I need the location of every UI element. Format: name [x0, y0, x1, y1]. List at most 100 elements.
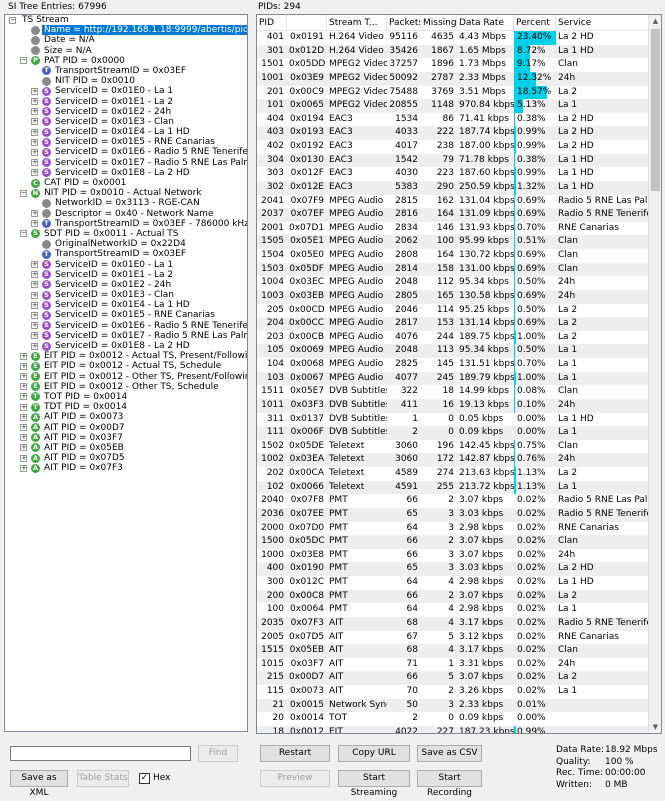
tree-node[interactable]: OriginalNetworkID = 0x22D4	[5, 239, 247, 249]
tree-node[interactable]: +EEIT PID = 0x0012 - Actual TS, Present/…	[5, 351, 247, 361]
tree-node[interactable]: −NNIT PID = 0x0010 - Actual Network	[5, 188, 247, 198]
table-row[interactable]: 2000x00C8PMT6623.07 kbps0.02%La 2	[257, 590, 649, 604]
expand-icon[interactable]: +	[31, 149, 38, 156]
tree-node[interactable]: +AAIT PID = 0x0073	[5, 412, 247, 422]
expand-icon[interactable]: +	[20, 444, 27, 451]
expand-icon[interactable]: +	[31, 292, 38, 299]
preview-button[interactable]: Preview	[260, 770, 330, 787]
expand-icon[interactable]: +	[31, 332, 38, 339]
tree-node[interactable]: +SServiceID = 0x01E6 - Radio 5 RNE Tener…	[5, 147, 247, 157]
expand-icon[interactable]: +	[20, 373, 27, 380]
column-header[interactable]: Missing	[421, 15, 457, 31]
expand-icon[interactable]: +	[20, 465, 27, 472]
table-row[interactable]: 4020x0192EAC34017238187.00 kbps0.99%La 2…	[257, 140, 649, 154]
expand-icon[interactable]: +	[31, 322, 38, 329]
table-row[interactable]: 4040x0194EAC315348671.41 kbps0.38%La 2 H…	[257, 113, 649, 127]
table-row[interactable]: 2010x00C9MPEG2 Video7548837693.51 Mbps18…	[257, 86, 649, 100]
table-row[interactable]: 20350x07F3AIT6843.17 kbps0.02%Radio 5 RN…	[257, 617, 649, 631]
tree-node[interactable]: NIT PID = 0x0010	[5, 76, 247, 86]
tree-node[interactable]: +AAIT PID = 0x00D7	[5, 423, 247, 433]
table-row[interactable]: 10020x03EATeletext3060172142.87 kbps0.76…	[257, 453, 649, 467]
table-row[interactable]: 200x0014TOT200.09 kbps0.00%	[257, 712, 649, 726]
tree-node[interactable]: +EEIT PID = 0x0012 - Other TS, Present/F…	[5, 372, 247, 382]
tree-node[interactable]: +EEIT PID = 0x0012 - Actual TS, Schedule	[5, 361, 247, 371]
tree-node[interactable]: −SSDT PID = 0x0011 - Actual TS	[5, 229, 247, 239]
tree-node[interactable]: CCAT PID = 0x0001	[5, 178, 247, 188]
vertical-scrollbar[interactable]: ▲ ▼	[648, 15, 661, 733]
save-as-xml-button[interactable]: Save as XML	[10, 770, 68, 787]
expand-icon[interactable]: +	[20, 404, 27, 411]
save-as-csv-button[interactable]: Save as CSV	[417, 745, 482, 762]
expand-icon[interactable]: +	[31, 118, 38, 125]
expand-icon[interactable]: +	[31, 261, 38, 268]
table-row[interactable]: 3030x012FEAC34030223187.60 kbps0.99%La 1…	[257, 167, 649, 181]
tree-node[interactable]: +AAIT PID = 0x07F3	[5, 463, 247, 473]
tree-node[interactable]: +SServiceID = 0x01E8 - La 2 HD	[5, 168, 247, 178]
table-row[interactable]: 15110x05E7DVB Subtitles3221814.99 kbps0.…	[257, 385, 649, 399]
tree-node[interactable]: −TS Stream	[5, 15, 247, 25]
tree-node[interactable]: NetworkID = 0x3113 - RGE-CAN	[5, 198, 247, 208]
column-header[interactable]: Percent	[514, 15, 556, 31]
tree-node[interactable]: Size = N/A	[5, 46, 247, 56]
table-row[interactable]: 4010x0191H.264 Video9511646354.43 Mbps23…	[257, 31, 649, 45]
tree-node[interactable]: +SServiceID = 0x01E4 - La 1 HD	[5, 300, 247, 310]
table-row[interactable]: 1020x0066Teletext4591255213.72 kbps1.13%…	[257, 481, 649, 495]
table-row[interactable]: 3010x012DH.264 Video3542618671.65 Mbps8.…	[257, 45, 649, 59]
expand-icon[interactable]: +	[31, 159, 38, 166]
table-row[interactable]: 2050x00CDMPEG Audio204611495.25 kbps0.50…	[257, 304, 649, 318]
table-row[interactable]: 20000x07D0PMT6432.98 kbps0.02%RNE Canari…	[257, 522, 649, 536]
tree-node[interactable]: +EEIT PID = 0x0012 - Other TS, Schedule	[5, 382, 247, 392]
tree-node[interactable]: +SServiceID = 0x01E2 - 24h	[5, 107, 247, 117]
table-row[interactable]: 20050x07D5AIT6753.12 kbps0.02%RNE Canari…	[257, 631, 649, 645]
expand-icon[interactable]: +	[20, 363, 27, 370]
tree-node[interactable]: Date = N/A	[5, 35, 247, 45]
table-row[interactable]: 4030x0193EAC34033222187.74 kbps0.99%La 2…	[257, 126, 649, 140]
table-row[interactable]: 15030x05DFMPEG Audio2814158131.00 kbps0.…	[257, 263, 649, 277]
tree-node[interactable]: +AAIT PID = 0x07D5	[5, 453, 247, 463]
scroll-up-icon[interactable]: ▲	[649, 15, 662, 27]
expand-icon[interactable]: +	[31, 98, 38, 105]
table-row[interactable]: 1150x0073AIT7023.26 kbps0.02%La 1	[257, 685, 649, 699]
checkbox-check-icon[interactable]: ✓	[139, 773, 150, 784]
table-row[interactable]: 20400x07F8PMT6623.07 kbps0.02%Radio 5 RN…	[257, 494, 649, 508]
table-row[interactable]: 15150x05EBAIT6843.17 kbps0.02%Clan	[257, 644, 649, 658]
tree-node[interactable]: +SServiceID = 0x01E2 - 24h	[5, 280, 247, 290]
tree-node[interactable]: +AAIT PID = 0x05EB	[5, 443, 247, 453]
expand-icon[interactable]: +	[20, 383, 27, 390]
expand-icon[interactable]: +	[31, 169, 38, 176]
tree-node[interactable]: +SServiceID = 0x01E3 - Clan	[5, 290, 247, 300]
table-row[interactable]: 20370x07EFMPEG Audio2816164131.09 kbps0.…	[257, 208, 649, 222]
expand-icon[interactable]: +	[20, 434, 27, 441]
tree-node[interactable]: TTransportStreamID = 0x03EF	[5, 249, 247, 259]
expand-icon[interactable]: +	[20, 393, 27, 400]
table-row[interactable]: 1050x0069MPEG Audio204811395.34 kbps0.50…	[257, 344, 649, 358]
si-tree[interactable]: −TS StreamName = http://192.168.1.18:999…	[4, 14, 248, 732]
column-header[interactable]: PID	[257, 15, 287, 31]
table-row[interactable]: 2150x00D7AIT6653.07 kbps0.02%La 2	[257, 671, 649, 685]
find-input[interactable]	[10, 746, 191, 761]
find-button[interactable]: Find	[198, 745, 238, 762]
table-row[interactable]: 15040x05E0MPEG Audio2808164130.72 kbps0.…	[257, 249, 649, 263]
table-row[interactable]: 10040x03ECMPEG Audio204811295.34 kbps0.5…	[257, 276, 649, 290]
tree-node[interactable]: Name = http://192.168.1.18:9999/abertis/…	[5, 25, 247, 35]
table-row[interactable]: 3020x012EEAC35383290250.59 kbps1.32%La 1…	[257, 181, 649, 195]
table-row[interactable]: 20360x07EEPMT6533.03 kbps0.02%Radio 5 RN…	[257, 508, 649, 522]
expand-icon[interactable]: +	[31, 271, 38, 278]
expand-icon[interactable]: +	[20, 414, 27, 421]
expand-icon[interactable]: +	[20, 455, 27, 462]
scroll-down-icon[interactable]: ▼	[649, 721, 662, 733]
table-row[interactable]: 210x0015Network Sync5032.33 kbps0.01%	[257, 699, 649, 713]
table-row[interactable]: 4000x0190PMT6533.03 kbps0.02%La 2 HD	[257, 562, 649, 576]
start-streaming-button[interactable]: Start Streaming	[338, 770, 410, 787]
table-row[interactable]: 1000x0064PMT6442.98 kbps0.02%La 1	[257, 603, 649, 617]
scrollbar-thumb[interactable]	[651, 29, 660, 191]
collapse-icon[interactable]: −	[9, 17, 16, 24]
tree-node[interactable]: +SServiceID = 0x01E7 - Radio 5 RNE Las P…	[5, 331, 247, 341]
column-header[interactable]	[287, 15, 327, 31]
tree-node[interactable]: TTransportStreamID = 0x03EF	[5, 66, 247, 76]
table-row[interactable]: 10110x03F3DVB Subtitles4111619.13 kbps0.…	[257, 399, 649, 413]
tree-node[interactable]: +TTDT PID = 0x0014	[5, 402, 247, 412]
pid-table[interactable]: PIDStream T...PacketsMissingData RatePer…	[256, 14, 662, 734]
table-row[interactable]: 20410x07F9MPEG Audio2815162131.04 kbps0.…	[257, 195, 649, 209]
table-row[interactable]: 10000x03E8PMT6633.07 kbps0.02%24h	[257, 549, 649, 563]
